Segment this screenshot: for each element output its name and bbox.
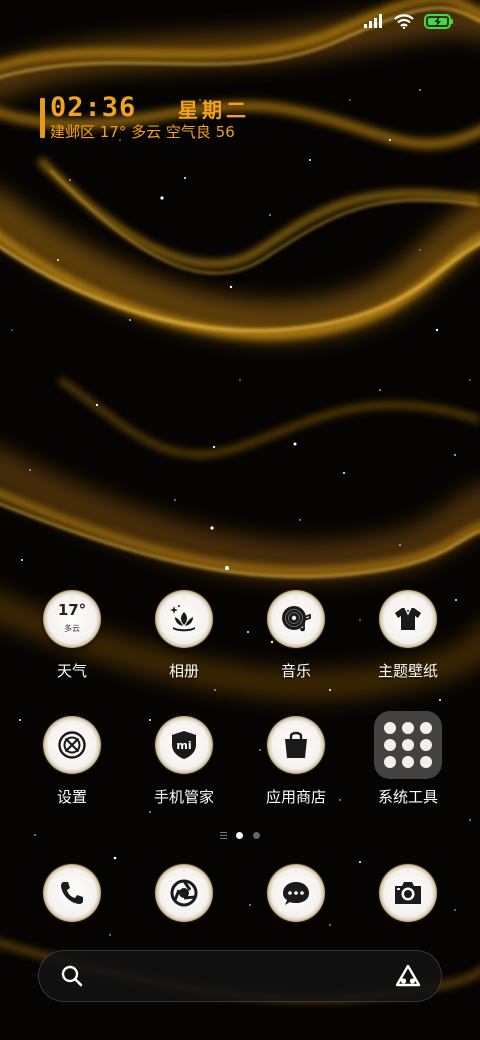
app-label: 应用商店 (265, 788, 326, 806)
camera-icon (379, 864, 437, 922)
battery-charging-icon (424, 13, 453, 29)
music-icon (267, 590, 325, 648)
page-indicator-menu (220, 832, 227, 839)
settings-icon (43, 716, 101, 774)
app-store[interactable]: 应用商店 (240, 716, 352, 807)
app-label: 手机管家 (153, 788, 214, 806)
search-bar[interactable] (38, 950, 442, 1002)
folder-app-dot (384, 722, 396, 734)
app-label: 主题壁纸 (377, 662, 438, 680)
weather-icon: 17° 多云 (43, 590, 101, 648)
app-label: 系统工具 (377, 788, 438, 806)
app-label: 相册 (168, 662, 199, 680)
page-dot (253, 832, 260, 839)
security-icon-mi-text: mi (176, 739, 191, 752)
app-themes[interactable]: 主题壁纸 (352, 590, 464, 681)
app-label: 音乐 (280, 662, 311, 680)
folder-app-dot (402, 756, 414, 768)
clock-weekday: 星期二 (178, 98, 250, 122)
app-system-tools-folder[interactable]: 系统工具 (352, 711, 464, 807)
weather-icon-temp: 17° (57, 601, 87, 619)
dock-camera[interactable] (352, 864, 464, 922)
app-gallery[interactable]: 相册 (128, 590, 240, 681)
weather-summary: 建邺区 17° 多云 空气良 56 (50, 123, 235, 141)
dock-browser[interactable] (128, 864, 240, 922)
app-security[interactable]: mi 手机管家 (128, 716, 240, 807)
app-store-icon (267, 716, 325, 774)
clock-accent-bar (40, 98, 45, 138)
folder-app-dot (402, 722, 414, 734)
security-icon: mi (155, 716, 213, 774)
folder-app-dot (420, 739, 432, 751)
folder-app-dot (420, 756, 432, 768)
browser-icon (155, 864, 213, 922)
clock-time: 02:36 (50, 92, 137, 123)
page-dot-active (236, 832, 243, 839)
messages-icon (267, 864, 325, 922)
themes-icon (379, 590, 437, 648)
page-indicator[interactable] (0, 830, 480, 842)
signal-icon (364, 14, 382, 28)
status-bar (364, 10, 454, 32)
assistant-icon[interactable] (395, 964, 421, 988)
search-icon[interactable] (61, 965, 83, 987)
wifi-icon (394, 13, 414, 29)
app-settings[interactable]: 设置 (16, 716, 128, 807)
app-music[interactable]: 音乐 (240, 590, 352, 681)
weather-icon-condition: 多云 (64, 624, 80, 633)
app-label: 设置 (56, 788, 87, 806)
phone-icon (43, 864, 101, 922)
gallery-icon (155, 590, 213, 648)
folder-app-dot (420, 722, 432, 734)
folder-app-dot (384, 756, 396, 768)
dock-phone[interactable] (16, 864, 128, 922)
app-weather[interactable]: 17° 多云 天气 (16, 590, 128, 681)
folder-app-dot (402, 739, 414, 751)
folder-icon (374, 711, 442, 779)
app-label: 天气 (56, 662, 87, 680)
dock-messages[interactable] (240, 864, 352, 922)
folder-app-dot (384, 739, 396, 751)
